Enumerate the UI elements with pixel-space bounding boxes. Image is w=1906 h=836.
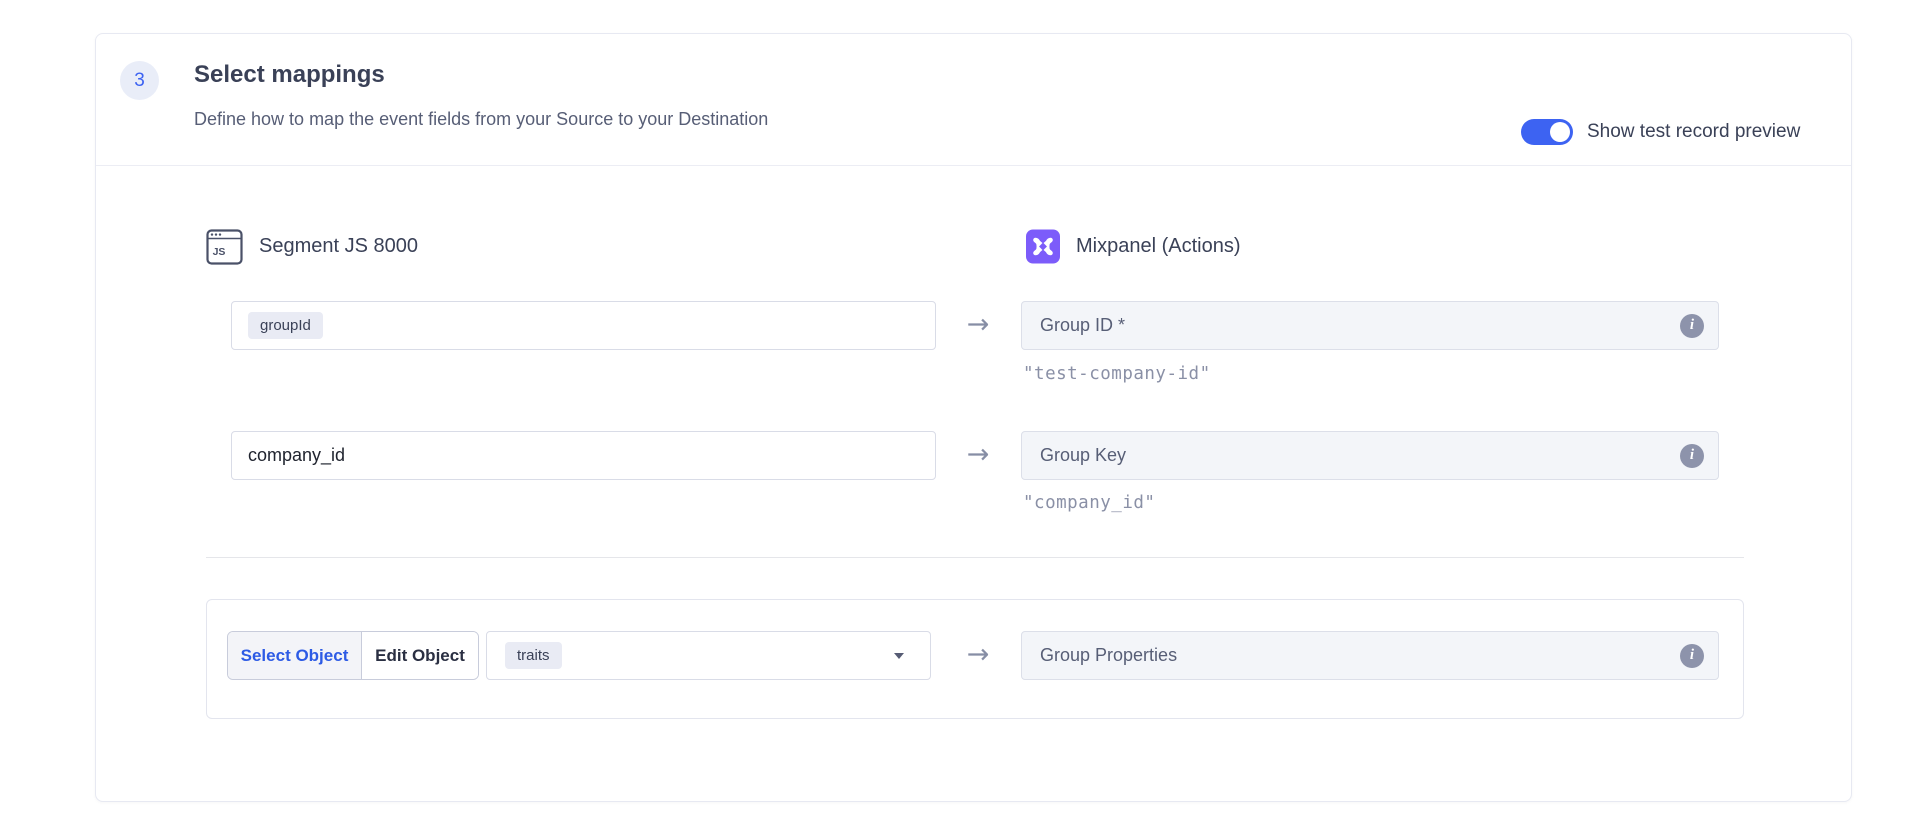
test-preview-value: "company_id": [1023, 493, 1155, 513]
chevron-down-icon: [894, 653, 904, 659]
destination-field-group-properties[interactable]: Group Properties i: [1021, 631, 1719, 680]
dropdown-selected-chip[interactable]: traits: [505, 642, 562, 669]
step-number-badge: 3: [120, 61, 159, 100]
destination-field-label: Group ID *: [1040, 315, 1680, 336]
select-mappings-card: 3 Select mappings Define how to map the …: [95, 33, 1852, 802]
info-icon[interactable]: i: [1680, 444, 1704, 468]
page-subtitle: Define how to map the event fields from …: [194, 109, 768, 130]
section-divider: [206, 557, 1744, 558]
test-record-preview-control: Show test record preview: [1521, 118, 1800, 146]
page-title: Select mappings: [194, 61, 385, 89]
source-token-chip[interactable]: groupId: [248, 312, 323, 339]
info-icon[interactable]: i: [1680, 314, 1704, 338]
destination-field-group-id[interactable]: Group ID * i: [1021, 301, 1719, 350]
test-preview-value: "test-company-id": [1023, 364, 1211, 384]
toggle-label: Show test record preview: [1587, 121, 1800, 143]
source-text-input[interactable]: [248, 445, 919, 466]
source-field-input-row2[interactable]: [231, 431, 936, 480]
destination-field-label: Group Properties: [1040, 645, 1680, 666]
source-name: Segment JS 8000: [259, 235, 418, 258]
preview-toggle[interactable]: [1521, 119, 1573, 145]
object-mode-segmented-control: Select Object Edit Object: [227, 631, 479, 680]
destination-name: Mixpanel (Actions): [1076, 235, 1241, 258]
source-column-header: JS Segment JS 8000: [206, 228, 418, 265]
destination-field-group-key[interactable]: Group Key i: [1021, 431, 1719, 480]
toggle-knob: [1550, 122, 1570, 142]
edit-object-button[interactable]: Edit Object: [362, 632, 478, 679]
destination-column-header: Mixpanel (Actions): [1026, 228, 1241, 265]
mixpanel-icon: [1026, 229, 1060, 264]
mapping-arrow-icon: →: [958, 634, 998, 674]
browser-js-icon: JS: [206, 229, 243, 265]
card-header: 3 Select mappings Define how to map the …: [96, 34, 1851, 166]
info-icon[interactable]: i: [1680, 644, 1704, 668]
select-object-button[interactable]: Select Object: [228, 632, 362, 679]
destination-field-label: Group Key: [1040, 445, 1680, 466]
mapping-arrow-icon: →: [958, 304, 998, 344]
source-field-input-row1[interactable]: groupId: [231, 301, 936, 350]
object-source-dropdown[interactable]: traits: [486, 631, 931, 680]
svg-text:JS: JS: [213, 246, 226, 258]
mapping-arrow-icon: →: [958, 434, 998, 474]
